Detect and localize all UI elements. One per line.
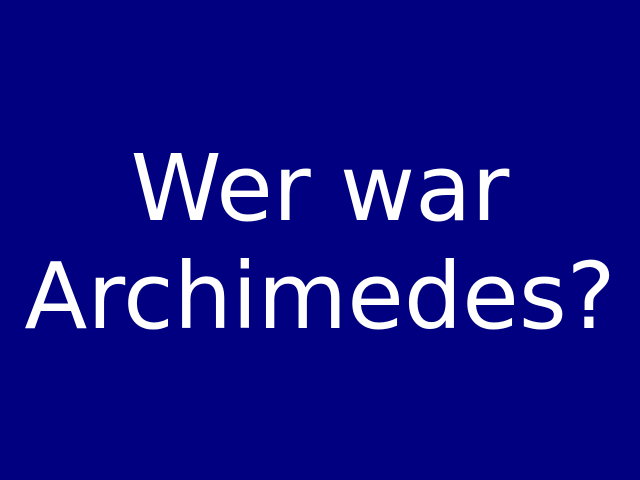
slide: Wer war Archimedes? [0,0,640,480]
question-line-2: Archimedes? [24,243,616,350]
question-line-1: Wer war [130,135,510,242]
question-text: Wer war Archimedes? [24,135,615,351]
